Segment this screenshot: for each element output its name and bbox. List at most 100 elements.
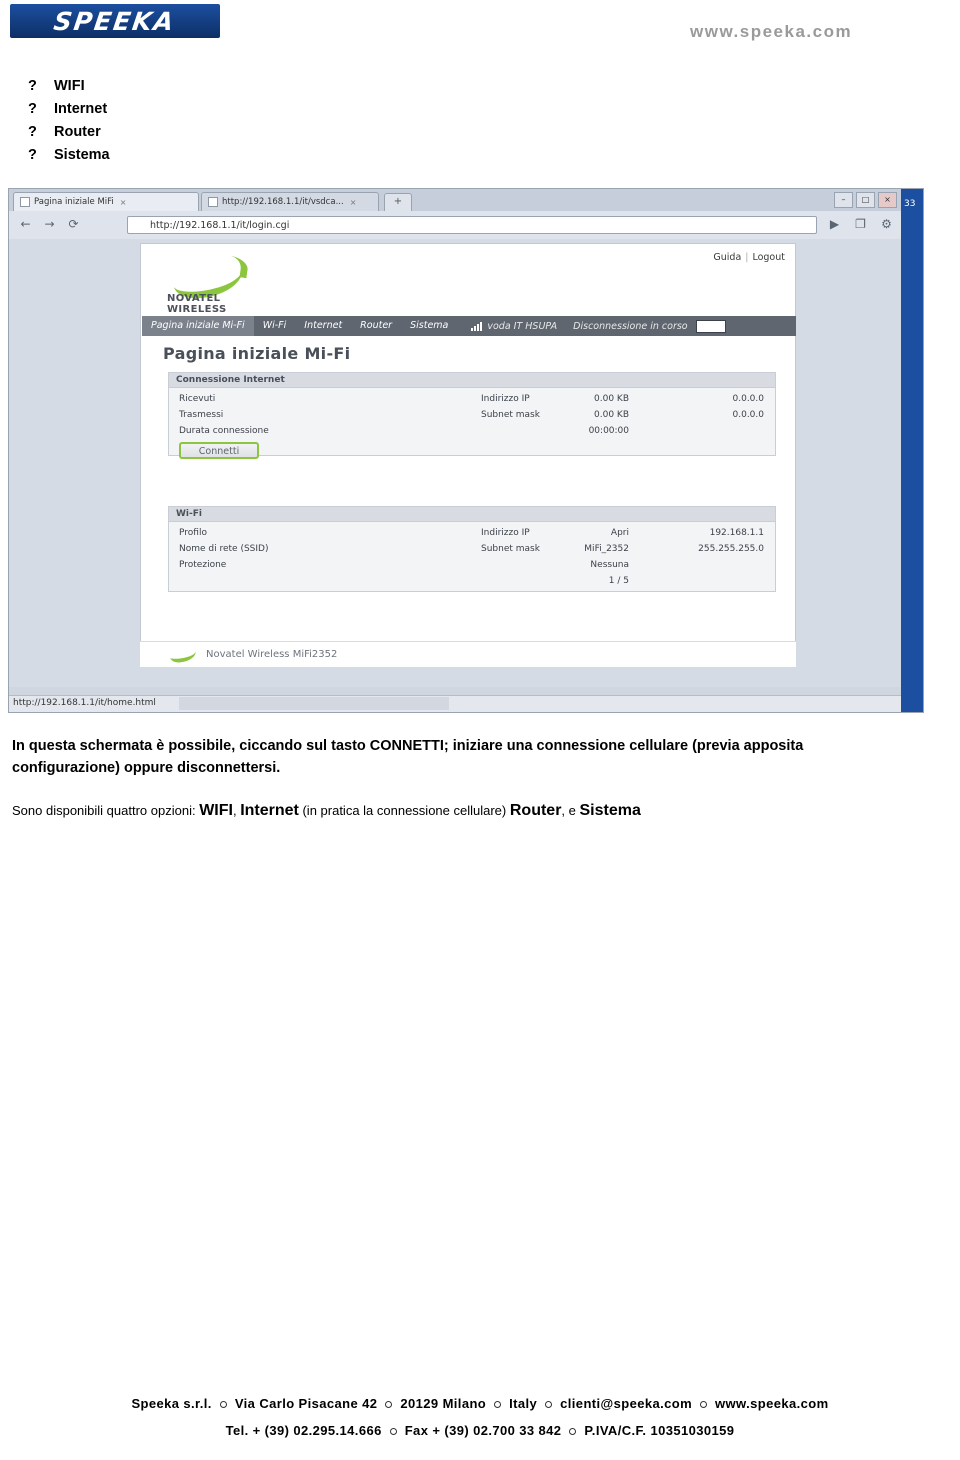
router-top-links: Guida | Logout	[713, 252, 785, 263]
bullet-label: Internet	[54, 101, 108, 117]
option-router: Router	[509, 802, 562, 819]
document-footer: Speeka s.r.l. Via Carlo Pisacane 42 20129 …	[0, 1396, 960, 1438]
speeka-logo: SPEEKA	[10, 4, 220, 38]
browser-nav-bar: ← → ⟳ ☆ http://192.168.1.1/it/login.cgi …	[9, 211, 903, 240]
router-page-footer: Novatel Wireless MiFi2352	[140, 641, 796, 667]
bullet-label: WIFI	[54, 78, 85, 94]
close-tab-icon[interactable]: ×	[120, 198, 127, 207]
embedded-browser-screenshot: Pagina iniziale MiFi × http://192.168.1.…	[8, 188, 924, 713]
footer-phone: Tel. + (39) 02.295.14.666	[225, 1423, 382, 1438]
signal-strength-icon	[471, 321, 483, 331]
footer-street: Via Carlo Pisacane 42	[234, 1396, 378, 1411]
browser-tab-1-label: Pagina iniziale MiFi	[34, 197, 114, 207]
page-favicon-icon	[208, 197, 218, 207]
list-item: ? Sistema	[28, 147, 328, 170]
wifi-panel: Wi-Fi Profilo Apri Indirizzo IP 192.168.…	[168, 506, 776, 592]
bullet-marker-icon: ?	[28, 124, 37, 140]
menu-item-internet[interactable]: Internet	[295, 316, 351, 336]
browser-tab-1[interactable]: Pagina iniziale MiFi ×	[13, 192, 199, 211]
bullet-marker-icon: ?	[28, 78, 37, 94]
internet-row-label2-1: Subnet mask	[481, 410, 540, 420]
wifi-row-label2-1: Subnet mask	[481, 544, 540, 554]
wifi-row-label-1: Nome di rete (SSID)	[179, 544, 269, 554]
footer-website[interactable]: www.speeka.com	[715, 1396, 829, 1411]
sep-2: (in pratica la connessione cellulare)	[298, 803, 510, 818]
tools-menu-icon[interactable]: ⚙	[878, 216, 895, 233]
footer-address-line: Speeka s.r.l. Via Carlo Pisacane 42 20129 …	[0, 1396, 960, 1411]
internet-row-label-1: Trasmessi	[179, 410, 224, 420]
go-icon[interactable]: ▶	[826, 216, 843, 233]
wifi-row-label-0: Profilo	[179, 528, 207, 538]
maximize-button[interactable]: □	[856, 192, 875, 208]
bullet-dot-icon	[219, 1400, 227, 1408]
guida-link[interactable]: Guida	[713, 252, 741, 263]
sep-3: , e	[561, 803, 580, 818]
window-controls: – □ ×	[834, 192, 897, 208]
wifi-row-value2-1: 255.255.255.0	[698, 544, 764, 554]
link-separator: |	[745, 252, 749, 263]
wifi-client-count: 1 / 5	[608, 576, 629, 586]
footer-company: Speeka s.r.l.	[131, 1396, 212, 1411]
footer-email[interactable]: clienti@speeka.com	[560, 1396, 692, 1411]
bullet-dot-icon	[494, 1400, 502, 1408]
footer-city: 20129 Milano	[400, 1396, 487, 1411]
options-bullet-list: ? WIFI ? Internet ? Router ? Sistema	[28, 78, 328, 170]
internet-row-value2-1: 0.0.0.0	[732, 410, 765, 420]
option-internet: Internet	[240, 802, 299, 819]
internet-row-value2-0: 0.0.0.0	[732, 394, 765, 404]
router-device-model: Novatel Wireless MiFi2352	[206, 649, 338, 660]
menu-item-wifi[interactable]: Wi-Fi	[254, 316, 296, 336]
connection-toggle[interactable]	[695, 319, 726, 333]
reload-icon[interactable]: ⟳	[65, 216, 82, 233]
novatel-footer-swoosh-icon	[169, 645, 197, 664]
nav-right-group: ▶ ❐ ⚙	[826, 216, 895, 233]
status-bar-strip	[179, 697, 449, 710]
list-item: ? Router	[28, 124, 328, 147]
close-tab-icon[interactable]: ×	[350, 198, 357, 207]
bullet-dot-icon	[569, 1427, 577, 1435]
connetti-button[interactable]: Connetti	[179, 442, 259, 459]
wifi-row-label-2: Protezione	[179, 560, 227, 570]
router-web-page: Guida | Logout NOVATEL WIRELESS Pagina ini…	[140, 243, 796, 667]
back-icon[interactable]: ←	[17, 216, 34, 233]
internet-connection-panel: Connessione Internet Ricevuti 0.00 KB In…	[168, 372, 776, 459]
bullet-marker-icon: ?	[28, 101, 37, 117]
address-bar[interactable]: http://192.168.1.1/it/login.cgi	[127, 216, 817, 234]
minimize-button[interactable]: –	[834, 192, 853, 208]
carrier-label: voda IT HSUPA	[487, 320, 558, 332]
option-sistema: Sistema	[579, 802, 641, 819]
menu-item-home[interactable]: Pagina iniziale Mi-Fi	[142, 316, 254, 336]
close-window-button[interactable]: ×	[878, 192, 897, 208]
paragraph-options-pre: Sono disponibili quattro opzioni:	[12, 803, 200, 818]
menu-item-router[interactable]: Router	[351, 316, 401, 336]
header-site-url: www.speeka.com	[690, 22, 853, 41]
status-bar-url: http://192.168.1.1/it/home.html	[13, 698, 156, 708]
bullet-dot-icon	[385, 1400, 393, 1408]
footer-country: Italy	[509, 1396, 538, 1411]
new-tab-button[interactable]: +	[384, 193, 412, 211]
browser-status-bar: http://192.168.1.1/it/home.html	[9, 695, 903, 712]
page-menu-icon[interactable]: ❐	[852, 216, 869, 233]
internet-row-value-2: 00:00:00	[588, 426, 629, 436]
footer-contact-line: Tel. + (39) 02.295.14.666 Fax + (39) 02.7…	[0, 1423, 960, 1438]
router-page-title: Pagina iniziale Mi-Fi	[163, 344, 351, 363]
wifi-row-label2-0: Indirizzo IP	[481, 528, 530, 538]
forward-icon[interactable]: →	[41, 216, 58, 233]
logout-link[interactable]: Logout	[752, 252, 785, 263]
footer-fax: Fax + (39) 02.700 33 842	[404, 1423, 562, 1438]
browser-tab-2[interactable]: http://192.168.1.1/it/vsdca... ×	[201, 192, 379, 211]
page-number-band: 33	[901, 189, 923, 712]
option-wifi: WIFI	[199, 802, 233, 819]
paragraph-connetti: In questa schermata è possibile, ciccand…	[12, 738, 804, 776]
menu-item-sistema[interactable]: Sistema	[401, 316, 457, 336]
wifi-row-value2-0: 192.168.1.1	[709, 528, 764, 538]
list-item: ? Internet	[28, 101, 328, 124]
wifi-row-value-2: Nessuna	[590, 560, 629, 570]
bullet-label: Sistema	[54, 147, 110, 163]
bullet-dot-icon	[700, 1400, 708, 1408]
list-item: ? WIFI	[28, 78, 328, 101]
connection-status-label: Disconnessione in corso	[573, 320, 688, 332]
footer-vat: P.IVA/C.F. 10351030159	[584, 1423, 735, 1438]
logo-text: SPEEKA	[52, 6, 178, 36]
bullet-marker-icon: ?	[28, 147, 37, 163]
